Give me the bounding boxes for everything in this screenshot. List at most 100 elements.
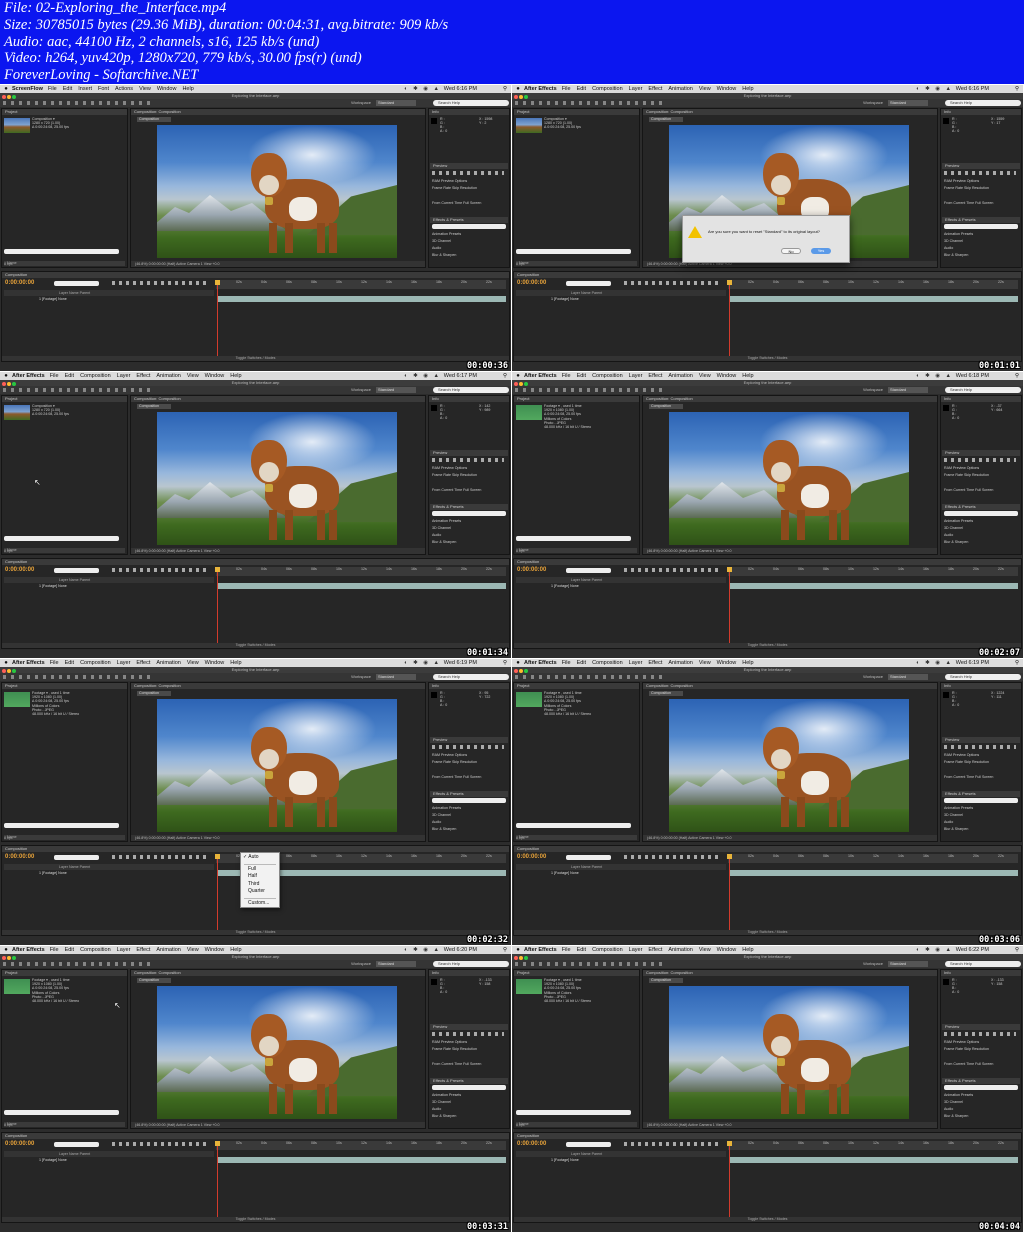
- composition-viewer[interactable]: [157, 699, 397, 832]
- timeline-search-input[interactable]: [566, 281, 611, 286]
- from-current-time-options[interactable]: From Current Time Full Screen: [944, 1062, 993, 1066]
- resolution-option[interactable]: Custom...: [241, 900, 279, 908]
- toggle-switches-modes[interactable]: Toggle Switches / Modes: [2, 643, 509, 648]
- bit-depth-button[interactable]: 8 bpc: [516, 549, 525, 553]
- composition-footer[interactable]: (46.8%) 0:00:00:00 (Half) Active Camera …: [643, 1122, 937, 1128]
- effects-presets-tab[interactable]: Effects & Presets: [430, 1078, 508, 1084]
- tool-buttons[interactable]: [3, 388, 153, 392]
- comp-breadcrumb[interactable]: Composition: [649, 691, 683, 696]
- playhead[interactable]: [727, 567, 732, 647]
- menu-item[interactable]: View: [187, 660, 199, 666]
- composition-viewer[interactable]: [157, 986, 397, 1119]
- toggle-switches-modes[interactable]: Toggle Switches / Modes: [2, 930, 509, 935]
- toggle-switches-modes[interactable]: Toggle Switches / Modes: [514, 643, 1021, 648]
- menu-item[interactable]: Help: [230, 373, 241, 379]
- effects-category[interactable]: Animation Presets: [432, 806, 461, 810]
- menu-item[interactable]: Help: [182, 86, 193, 92]
- effects-search-input[interactable]: [944, 798, 1018, 803]
- project-tab[interactable]: Project: [514, 683, 639, 689]
- effects-category[interactable]: Blur & Sharpen: [432, 253, 456, 257]
- timeline-switches[interactable]: [624, 855, 719, 859]
- composition-footer[interactable]: (46.8%) 0:00:00:00 (Half) Active Camera …: [643, 835, 937, 841]
- spotlight-icon[interactable]: ⚲: [1015, 85, 1019, 93]
- preview-tab[interactable]: Preview: [942, 1024, 1020, 1030]
- composition-footer[interactable]: (46.8%) 0:00:00:00 (Half) Active Camera …: [643, 548, 937, 554]
- effects-category[interactable]: 3D Channel: [432, 813, 451, 817]
- composition-footer[interactable]: (46.8%) 0:00:00:00 (Half) Active Camera …: [131, 1122, 425, 1128]
- effects-category[interactable]: Animation Presets: [432, 232, 461, 236]
- from-current-time-options[interactable]: From Current Time Full Screen: [944, 775, 993, 779]
- effects-presets-tab[interactable]: Effects & Presets: [942, 217, 1020, 223]
- time-ruler[interactable]: 02s 04s 06s 08s 10s 12s 14s 16s 18s 20s 22s: [216, 280, 506, 289]
- menu-item[interactable]: Effect: [648, 660, 662, 666]
- effects-search-input[interactable]: [432, 224, 506, 229]
- bit-depth-button[interactable]: 8 bpc: [4, 549, 13, 553]
- current-time-display[interactable]: 0:00:00:00: [5, 280, 34, 286]
- project-item[interactable]: Composition: [5, 841, 121, 842]
- effects-category[interactable]: 3D Channel: [432, 239, 451, 243]
- composition-tab[interactable]: Composition: Composition: [131, 683, 425, 689]
- effects-presets-tab[interactable]: Effects & Presets: [942, 504, 1020, 510]
- layer-row[interactable]: 1 [Footage] None: [516, 296, 726, 302]
- preview-tab[interactable]: Preview: [942, 163, 1020, 169]
- playhead[interactable]: [215, 1141, 220, 1221]
- timeline-search-input[interactable]: [54, 1142, 99, 1147]
- composition-footer[interactable]: (46.8%) 0:00:00:00 (Half) Active Camera …: [131, 261, 425, 267]
- name-column-header[interactable]: Name: [516, 835, 637, 840]
- menu-item[interactable]: Layer: [117, 947, 131, 953]
- project-search-input[interactable]: [516, 823, 631, 828]
- project-search-input[interactable]: [516, 1110, 631, 1115]
- composition-viewer[interactable]: [157, 412, 397, 545]
- workspace-select[interactable]: Standard: [376, 674, 416, 680]
- from-current-time-options[interactable]: From Current Time Full Screen: [432, 201, 481, 205]
- playhead[interactable]: [215, 854, 220, 934]
- effects-presets-tab[interactable]: Effects & Presets: [430, 217, 508, 223]
- menu-item[interactable]: Effect: [648, 86, 662, 92]
- timeline-search-input[interactable]: [566, 1142, 611, 1147]
- toggle-switches-modes[interactable]: Toggle Switches / Modes: [514, 356, 1021, 361]
- toggle-switches-modes[interactable]: Toggle Switches / Modes: [2, 1217, 509, 1222]
- playhead-handle[interactable]: [215, 854, 220, 859]
- layer-row[interactable]: 1 [Footage] None: [516, 870, 726, 876]
- effects-presets-tab[interactable]: Effects & Presets: [942, 1078, 1020, 1084]
- effects-category[interactable]: Audio: [944, 533, 953, 537]
- menu-item[interactable]: Layer: [629, 947, 643, 953]
- resolution-option[interactable]: Half: [241, 873, 279, 881]
- effects-category[interactable]: Blur & Sharpen: [944, 253, 968, 257]
- timeline-tab[interactable]: Composition: [2, 559, 509, 565]
- playhead-handle[interactable]: [727, 1141, 732, 1146]
- toggle-switches-modes[interactable]: Toggle Switches / Modes: [514, 930, 1021, 935]
- project-item[interactable]: Composition: [5, 1128, 121, 1129]
- from-current-time-options[interactable]: From Current Time Full Screen: [432, 1062, 481, 1066]
- layer-row[interactable]: 1 [Footage] None: [4, 296, 214, 302]
- from-current-time-options[interactable]: From Current Time Full Screen: [432, 488, 481, 492]
- timeline-tab[interactable]: Composition: [514, 272, 1021, 278]
- project-item[interactable]: Composition: [517, 1128, 633, 1129]
- project-tab[interactable]: Project: [2, 396, 127, 402]
- effects-category[interactable]: Animation Presets: [432, 519, 461, 523]
- spotlight-icon[interactable]: ⚲: [503, 372, 507, 380]
- menu-item[interactable]: Font: [98, 86, 109, 92]
- menu-item[interactable]: View: [699, 947, 711, 953]
- ram-preview-options[interactable]: RAM Preview Options: [432, 1040, 467, 1044]
- effects-category[interactable]: 3D Channel: [944, 239, 963, 243]
- timeline-search-input[interactable]: [54, 855, 99, 860]
- info-tab[interactable]: Info: [941, 970, 1021, 976]
- menu-item[interactable]: Animation: [668, 86, 692, 92]
- menu-item[interactable]: Layer: [629, 660, 643, 666]
- info-tab[interactable]: Info: [429, 396, 509, 402]
- menu-item[interactable]: View: [187, 373, 199, 379]
- info-tab[interactable]: Info: [429, 970, 509, 976]
- effects-category[interactable]: Animation Presets: [944, 806, 973, 810]
- timeline-tab[interactable]: Composition: [2, 1133, 509, 1139]
- time-ruler[interactable]: 02s 04s 06s 08s 10s 12s 14s 16s 18s 20s 22s: [728, 854, 1018, 863]
- timeline-switches[interactable]: [624, 568, 719, 572]
- menu-item[interactable]: Help: [742, 373, 753, 379]
- tool-buttons[interactable]: [3, 101, 153, 105]
- name-column-header[interactable]: Name: [516, 261, 637, 266]
- menu-item[interactable]: Composition: [80, 373, 111, 379]
- project-item[interactable]: Composition: [517, 554, 633, 555]
- workspace-select[interactable]: Standard: [888, 674, 928, 680]
- bit-depth-button[interactable]: 8 bpc: [4, 262, 13, 266]
- preview-tab[interactable]: Preview: [430, 1024, 508, 1030]
